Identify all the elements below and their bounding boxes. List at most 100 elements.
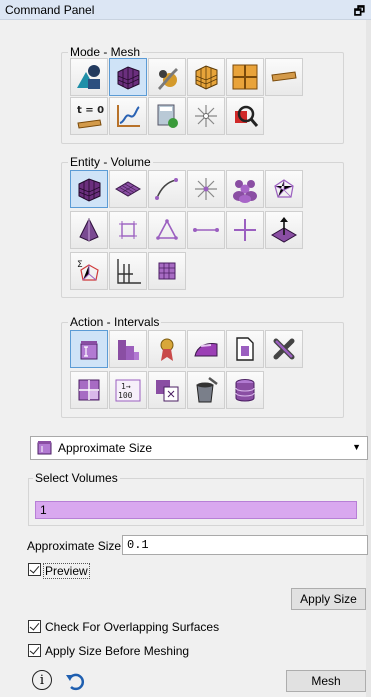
action-copy-button[interactable]	[226, 330, 264, 368]
delete-x-icon	[273, 338, 295, 360]
entity-curve-button[interactable]	[148, 170, 186, 208]
node-network-icon	[274, 179, 294, 198]
split-block-icon	[78, 379, 100, 401]
tools-wrench-icon	[158, 68, 178, 90]
undo-icon[interactable]	[64, 670, 86, 692]
database-icon	[235, 379, 255, 402]
iron-icon	[194, 343, 218, 357]
approximate-size-label: Approximate Size	[27, 539, 122, 553]
svg-text:t = 0: t = 0	[77, 105, 104, 116]
mode-time-button[interactable]: t = 0	[70, 97, 108, 135]
mode-inspect-button[interactable]	[226, 97, 264, 135]
select-volumes-input[interactable]: 1	[35, 501, 357, 519]
mode-tools-button[interactable]	[148, 58, 186, 96]
title-bar: Command Panel 🗗	[0, 0, 371, 20]
time-zero-icon: t = 0	[77, 105, 104, 129]
action-count-button[interactable]: 1→ 100	[109, 371, 147, 409]
svg-text:1→: 1→	[121, 382, 131, 391]
panel-edge	[366, 20, 371, 697]
svg-text:100: 100	[118, 391, 133, 400]
action-smooth-button[interactable]	[187, 330, 225, 368]
preview-label[interactable]: Preview	[43, 563, 90, 579]
action-bias-button[interactable]	[109, 330, 147, 368]
counter-icon: 1→100	[115, 379, 141, 402]
entity-vertex-button[interactable]	[187, 170, 225, 208]
table-grid-icon	[158, 262, 176, 280]
hex-cube-icon	[195, 65, 218, 90]
apply-before-meshing-checkbox[interactable]	[28, 644, 41, 657]
grid-quad-icon	[232, 64, 258, 90]
svg-text:Σ: Σ	[77, 260, 83, 270]
meshed-cube-icon	[117, 66, 140, 90]
axis-plane-icon	[117, 259, 141, 284]
chevron-down-icon: ▼	[352, 442, 361, 452]
entity-node-button[interactable]	[226, 211, 264, 249]
mode-mesh-button[interactable]	[109, 58, 147, 96]
mesh-button[interactable]: Mesh	[286, 670, 366, 692]
calculator-icon	[157, 104, 178, 128]
mode-group-legend: Mode - Mesh	[68, 45, 143, 59]
paint-bucket-icon	[196, 377, 218, 403]
action-delete-button[interactable]	[265, 330, 303, 368]
page-copy-icon	[236, 337, 254, 361]
shapes-icon	[77, 65, 100, 89]
apply-before-meshing-label[interactable]: Apply Size Before Meshing	[45, 644, 189, 658]
action-group-legend: Action - Intervals	[68, 315, 162, 329]
mode-geometry-button[interactable]	[70, 58, 108, 96]
flat-plate-icon	[271, 71, 297, 82]
entity-table-button[interactable]	[148, 252, 186, 290]
entity-tet-button[interactable]	[70, 211, 108, 249]
surface-grid-icon	[115, 181, 141, 197]
scheme-select-value: Approximate Size	[58, 441, 153, 455]
scheme-select[interactable]: Approximate Size ▼	[30, 436, 368, 460]
check-overlap-label[interactable]: Check For Overlapping Surfaces	[45, 620, 219, 634]
entity-sideset-button[interactable]: Σ	[70, 252, 108, 290]
mode-graph-button[interactable]	[109, 97, 147, 135]
mode-node-button[interactable]	[187, 97, 225, 135]
mode-plate-button[interactable]	[265, 58, 303, 96]
interval-icon	[80, 341, 98, 360]
sigma-network-icon: Σ	[77, 260, 99, 281]
window-title: Command Panel	[5, 3, 95, 17]
mode-quad-button[interactable]	[226, 58, 264, 96]
vertex-star-icon	[195, 178, 217, 200]
check-overlap-checkbox[interactable]	[28, 620, 41, 633]
zoom-mesh-icon	[235, 105, 259, 127]
float-window-icon[interactable]: 🗗	[354, 2, 365, 23]
preview-checkbox[interactable]	[28, 563, 41, 576]
curve-icon	[155, 178, 178, 200]
entity-volume-button[interactable]	[70, 170, 108, 208]
entity-group-button[interactable]	[226, 170, 264, 208]
tetra-icon	[79, 217, 99, 242]
select-volumes-legend: Select Volumes	[33, 471, 120, 485]
entity-quad-button[interactable]	[109, 211, 147, 249]
entity-edge-button[interactable]	[187, 211, 225, 249]
action-copy-block-button[interactable]	[148, 371, 186, 409]
entity-tri-button[interactable]	[148, 211, 186, 249]
ribbon-icon	[160, 338, 174, 361]
volume-cube-icon	[78, 178, 101, 202]
triangle-element-icon	[156, 219, 178, 240]
entity-pyramid-button[interactable]	[265, 211, 303, 249]
entity-block-button[interactable]	[109, 252, 147, 290]
entity-nodeset-button[interactable]	[265, 170, 303, 208]
action-paint-button[interactable]	[187, 371, 225, 409]
approximate-size-input[interactable]: 0.1	[122, 535, 368, 555]
mode-hex-button[interactable]	[187, 58, 225, 96]
bar-blocks-icon	[118, 340, 139, 360]
apply-size-button[interactable]: Apply Size	[291, 588, 366, 610]
action-store-button[interactable]	[226, 371, 264, 409]
entity-surface-button[interactable]	[109, 170, 147, 208]
copy-block-icon	[156, 380, 179, 402]
interval-icon	[37, 441, 52, 455]
mode-calculator-button[interactable]	[148, 97, 186, 135]
action-split-button[interactable]	[70, 371, 108, 409]
pyramid-arrow-icon	[271, 217, 297, 243]
action-interval-button[interactable]	[70, 330, 108, 368]
info-icon[interactable]: i	[32, 670, 52, 690]
action-ribbon-button[interactable]	[148, 330, 186, 368]
spark-node-icon	[195, 105, 217, 127]
graph-icon	[117, 105, 140, 127]
select-volumes-group: Select Volumes 1	[28, 471, 364, 526]
edge-element-icon	[193, 228, 219, 232]
